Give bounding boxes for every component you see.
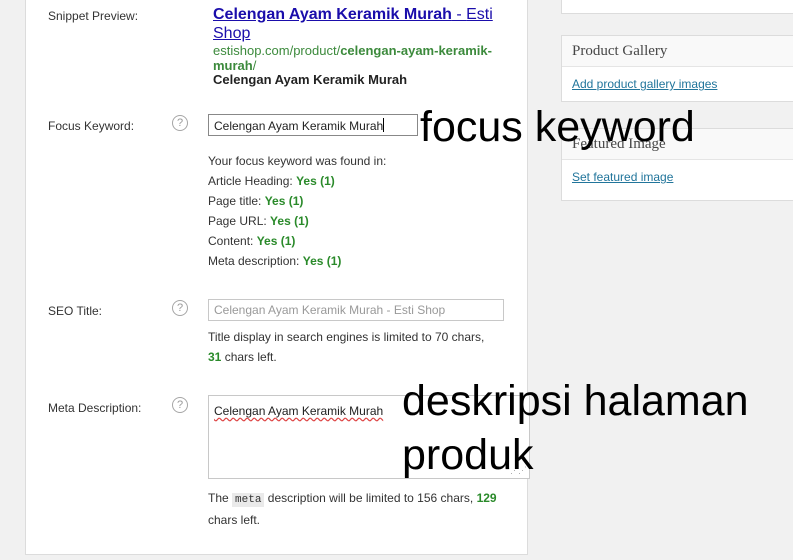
check-label: Article Heading: bbox=[208, 174, 293, 188]
check-row: Page URL: Yes (1) bbox=[208, 211, 386, 231]
meta-description-label: Meta Description: bbox=[48, 401, 142, 415]
meta-chars-left: 129 bbox=[476, 491, 497, 505]
check-row: Page title: Yes (1) bbox=[208, 191, 386, 211]
annotation-description-line1: deskripsi halaman bbox=[402, 377, 749, 425]
check-result: Yes (1) bbox=[296, 174, 335, 188]
check-label: Meta description: bbox=[208, 254, 300, 268]
check-result: Yes (1) bbox=[270, 214, 309, 228]
check-row: Meta description: Yes (1) bbox=[208, 251, 386, 271]
snippet-url-prefix: estishop.com/product/ bbox=[213, 43, 341, 58]
product-gallery-box: Product Gallery Add product gallery imag… bbox=[561, 35, 793, 102]
help-icon[interactable]: ? bbox=[172, 300, 188, 316]
seo-title-chars-left: 31 bbox=[208, 350, 222, 364]
screen: Snippet Preview: Celengan Ayam Keramik M… bbox=[0, 0, 793, 560]
seo-title-help-line1: Title display in search engines is limit… bbox=[208, 330, 485, 344]
product-gallery-title[interactable]: Product Gallery bbox=[562, 36, 793, 67]
help-icon[interactable]: ? bbox=[172, 115, 188, 131]
add-gallery-images-link[interactable]: Add product gallery images bbox=[562, 67, 793, 101]
seo-title-help: Title display in search engines is limit… bbox=[208, 327, 484, 367]
snippet-preview-label: Snippet Preview: bbox=[48, 9, 139, 23]
check-row: Content: Yes (1) bbox=[208, 231, 386, 251]
keyword-found-list: Your focus keyword was found in: Article… bbox=[208, 151, 386, 271]
seo-title-label: SEO Title: bbox=[48, 304, 103, 318]
keyword-found-intro: Your focus keyword was found in: bbox=[208, 154, 387, 168]
snippet-url-suffix: / bbox=[252, 58, 257, 73]
check-label: Content: bbox=[208, 234, 254, 248]
focus-keyword-value: Celengan Ayam Keramik Murah bbox=[214, 119, 384, 133]
snippet-description: Celengan Ayam Keramik Murah bbox=[213, 72, 408, 87]
check-row: Article Heading: Yes (1) bbox=[208, 171, 386, 191]
seo-title-chars-left-text: chars left. bbox=[224, 350, 277, 364]
annotation-focus-keyword: focus keyword bbox=[420, 103, 695, 151]
seo-title-help-line2: 31 chars left. bbox=[208, 347, 484, 367]
snippet-title-main: Celengan Ayam Keramik Murah bbox=[213, 6, 452, 23]
check-label: Page title: bbox=[208, 194, 262, 208]
set-featured-image-link[interactable]: Set featured image bbox=[562, 160, 793, 194]
snippet-title[interactable]: Celengan Ayam Keramik Murah - Esti Shop bbox=[213, 5, 513, 43]
sidebar-box-top bbox=[561, 0, 793, 14]
check-label: Page URL: bbox=[208, 214, 267, 228]
focus-keyword-label: Focus Keyword: bbox=[48, 119, 135, 133]
snippet-url: estishop.com/product/celengan-ayam-keram… bbox=[213, 43, 513, 73]
check-result: Yes (1) bbox=[256, 234, 296, 248]
meta-description-value: Celengan Ayam Keramik Murah bbox=[214, 404, 384, 418]
annotation-description-line2: produk bbox=[402, 431, 534, 479]
snippet-title-sep: - bbox=[451, 6, 467, 23]
meta-code: meta bbox=[232, 493, 265, 507]
meta-help-mid: description will be limited to 156 chars… bbox=[267, 491, 474, 505]
meta-help-post: chars left. bbox=[208, 513, 261, 527]
meta-help-pre: The bbox=[208, 491, 229, 505]
check-result: Yes (1) bbox=[302, 254, 342, 268]
check-result: Yes (1) bbox=[264, 194, 304, 208]
help-icon[interactable]: ? bbox=[172, 397, 188, 413]
seo-title-input[interactable]: Celengan Ayam Keramik Murah - Esti Shop bbox=[208, 299, 504, 321]
text-caret bbox=[383, 118, 385, 132]
focus-keyword-input[interactable]: Celengan Ayam Keramik Murah bbox=[208, 114, 418, 136]
meta-description-help: The meta description will be limited to … bbox=[208, 488, 508, 530]
